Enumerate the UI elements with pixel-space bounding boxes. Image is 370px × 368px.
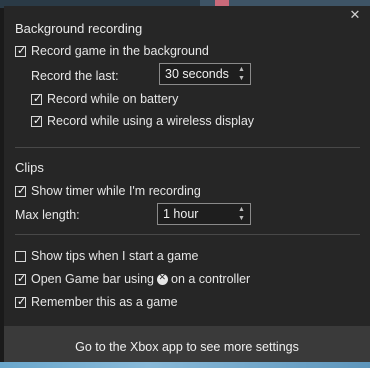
spin-down-icon[interactable]: ▼ (238, 215, 245, 222)
record-on-battery-checkbox-row[interactable]: Record while on battery (31, 92, 178, 106)
open-game-bar-checkbox[interactable] (15, 272, 26, 285)
section-title-background-recording: Background recording (15, 21, 143, 36)
game-bar-settings-panel: ✕ Background recording Record game in th… (4, 6, 370, 368)
record-wireless-checkbox-row[interactable]: Record while using a wireless display (31, 114, 254, 128)
show-tips-checkbox[interactable] (15, 250, 26, 262)
record-last-label: Record the last: (31, 69, 119, 83)
remember-game-checkbox[interactable] (15, 295, 26, 308)
xbox-app-settings-label: Go to the Xbox app to see more settings (75, 340, 299, 354)
max-length-spinner[interactable]: ▲ ▼ (237, 206, 246, 222)
record-wireless-label: Record while using a wireless display (47, 114, 255, 128)
record-last-select[interactable]: 30 seconds ▲ ▼ (159, 63, 251, 85)
remember-game-label: Remember this as a game (31, 295, 178, 309)
spin-up-icon[interactable]: ▲ (238, 206, 245, 213)
show-timer-label: Show timer while I'm recording (31, 184, 201, 198)
xbox-icon (157, 273, 168, 285)
record-last-spinner[interactable]: ▲ ▼ (237, 66, 246, 82)
open-game-bar-label-before: Open Game bar using (31, 272, 154, 286)
open-game-bar-checkbox-row[interactable]: Open Game bar using on a controller (15, 272, 250, 286)
spin-down-icon[interactable]: ▼ (238, 75, 245, 82)
section-title-clips: Clips (15, 160, 44, 175)
max-length-select[interactable]: 1 hour ▲ ▼ (157, 203, 251, 225)
spin-up-icon[interactable]: ▲ (238, 66, 245, 73)
show-tips-checkbox-row[interactable]: Show tips when I start a game (15, 249, 198, 263)
record-on-battery-label: Record while on battery (47, 92, 179, 106)
record-in-background-label: Record game in the background (31, 44, 209, 58)
record-wireless-checkbox[interactable] (31, 114, 42, 127)
max-length-label: Max length: (15, 208, 80, 222)
record-on-battery-checkbox[interactable] (31, 92, 42, 105)
remember-game-checkbox-row[interactable]: Remember this as a game (15, 295, 178, 309)
record-in-background-checkbox[interactable] (15, 44, 26, 57)
divider (15, 147, 360, 148)
open-game-bar-label-after: on a controller (171, 272, 251, 286)
background-desktop-strip (0, 362, 370, 368)
record-last-value: 30 seconds (165, 67, 229, 81)
show-timer-checkbox-row[interactable]: Show timer while I'm recording (15, 184, 201, 198)
show-tips-label: Show tips when I start a game (31, 249, 199, 263)
show-timer-checkbox[interactable] (15, 184, 26, 197)
divider (15, 234, 360, 235)
close-icon[interactable]: ✕ (348, 8, 362, 22)
max-length-value: 1 hour (163, 207, 199, 221)
record-in-background-checkbox-row[interactable]: Record game in the background (15, 44, 209, 58)
